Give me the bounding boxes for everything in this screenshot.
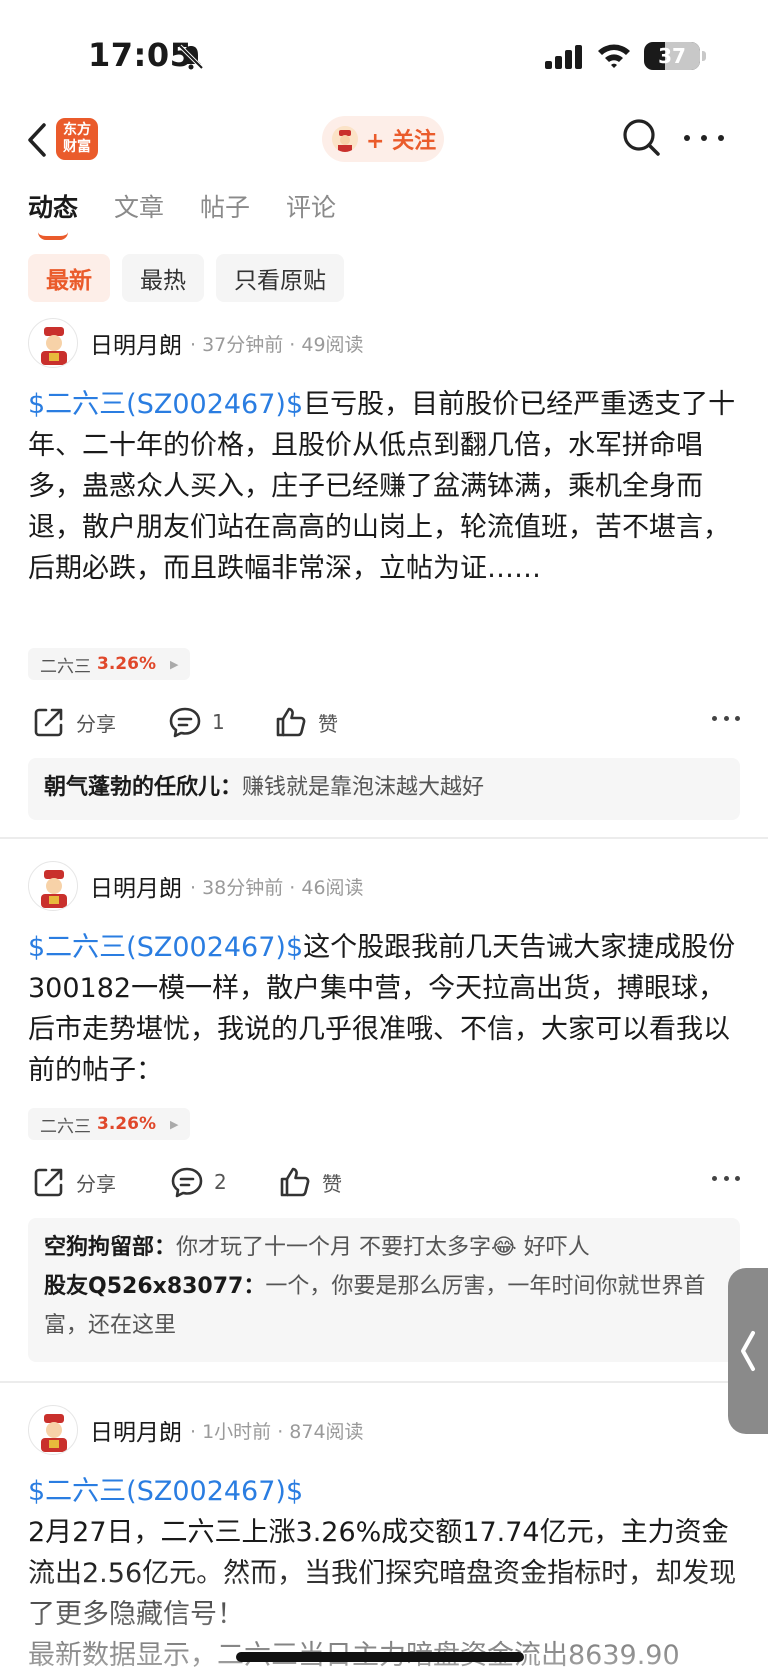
post-text: 2月27日，二六三上涨3.26%成交额17.74亿元，主力资金流出2.56亿元。…: [28, 1517, 737, 1630]
author-name[interactable]: 日明月朗: [90, 1413, 182, 1447]
share-button[interactable]: 分享: [32, 1162, 116, 1202]
wifi-icon: [598, 44, 630, 68]
comment-count: 2: [214, 1170, 227, 1194]
content-tabs: 动态 文章 帖子 评论: [28, 188, 372, 240]
share-icon: [34, 708, 63, 737]
post-meta: · 38分钟前 · 46阅读: [190, 876, 364, 899]
post-body[interactable]: $二六三(SZ002467)$巨亏股，目前股价已经严重透支了十年、二十年的价格，…: [28, 384, 744, 589]
avatar[interactable]: [28, 861, 78, 911]
share-icon: [34, 1168, 63, 1197]
comment-item: 朝气蓬勃的任欣儿：赚钱就是靠泡沫越大越好: [44, 775, 485, 800]
comment-item: 股友Q526x83077：一个，你要是那么厉害，一年时间你就世界首富，还在这里: [44, 1274, 706, 1338]
comment-text: 赚钱就是靠泡沫越大越好: [242, 775, 485, 800]
post-meta: · 37分钟前 · 49阅读: [190, 333, 364, 356]
stock-tag-change: 3.26%: [97, 1114, 156, 1134]
search-icon[interactable]: [620, 116, 664, 160]
post-more-icon[interactable]: [712, 716, 740, 724]
commenter-name[interactable]: 股友Q526x83077: [44, 1274, 243, 1299]
thumbs-up-icon: [276, 707, 306, 737]
post-author-row: 日明月朗 · 37分钟前 · 49阅读: [28, 318, 364, 368]
comment-item: 空狗拘留部：你才玩了十一个月 不要打太多字😂 好吓人: [44, 1235, 590, 1260]
tab-dynamics[interactable]: 动态: [28, 188, 78, 240]
commenter-name[interactable]: 空狗拘留部: [44, 1235, 154, 1260]
header: 东方 财富 + 关注: [0, 110, 768, 172]
follow-button[interactable]: + 关注: [322, 116, 444, 162]
chevron-left-icon: [741, 1331, 755, 1371]
post-more-icon[interactable]: [712, 1176, 740, 1184]
battery-icon: 37: [644, 42, 700, 70]
logo-text-line2: 财富: [63, 139, 91, 155]
back-button[interactable]: [20, 118, 54, 162]
thumbs-up-icon: [280, 1167, 310, 1197]
tab-comments[interactable]: 评论: [286, 188, 336, 232]
stock-tag[interactable]: 二六三 3.26% ▶: [28, 1108, 191, 1140]
comment-icon: [169, 707, 201, 738]
post-divider: [0, 1381, 768, 1383]
side-drawer-handle[interactable]: [728, 1268, 768, 1434]
post-body[interactable]: $二六三(SZ002467)$这个股跟我前几天告诫大家捷成股份300182一模一…: [28, 927, 744, 1091]
post-author-row: 日明月朗 · 38分钟前 · 46阅读: [28, 861, 364, 911]
app-logo[interactable]: 东方 财富: [56, 118, 98, 160]
filter-hottest[interactable]: 最热: [122, 254, 204, 302]
chevron-left-icon: [28, 123, 46, 157]
post-meta: · 1小时前 · 874阅读: [190, 1420, 364, 1443]
more-options-icon[interactable]: [684, 124, 724, 152]
filter-original-only[interactable]: 只看原贴: [216, 254, 344, 302]
god-of-wealth-avatar-icon: [332, 126, 358, 152]
stock-link[interactable]: $二六三(SZ002467)$: [28, 1471, 744, 1512]
author-name[interactable]: 日明月朗: [90, 869, 182, 903]
home-indicator[interactable]: [236, 1652, 524, 1662]
battery-cap: [702, 51, 706, 61]
active-tab-indicator: [38, 232, 68, 240]
post-divider: [0, 837, 768, 839]
caret-right-icon: ▶: [169, 1117, 179, 1131]
filter-latest[interactable]: 最新: [28, 254, 110, 302]
stock-tag-name: 二六三: [40, 656, 91, 677]
avatar[interactable]: [28, 318, 78, 368]
stock-link[interactable]: $二六三(SZ002467)$: [28, 932, 303, 963]
post-author-row: 日明月朗 · 1小时前 · 874阅读: [28, 1405, 364, 1455]
post-actions: 分享 1 赞: [28, 702, 740, 742]
battery-level: 37: [658, 44, 686, 68]
stock-tag-name: 二六三: [40, 1116, 91, 1137]
cellular-signal-icon: [545, 45, 582, 69]
comment-count: 1: [212, 710, 225, 734]
caret-right-icon: ▶: [169, 657, 179, 671]
stock-tag[interactable]: 二六三 3.26% ▶: [28, 648, 191, 680]
comment-preview[interactable]: 空狗拘留部：你才玩了十一个月 不要打太多字😂 好吓人 股友Q526x83077：…: [28, 1218, 740, 1362]
comment-icon: [171, 1167, 203, 1198]
comment-text: 你才玩了十一个月 不要打太多字😂 好吓人: [176, 1235, 590, 1260]
commenter-name[interactable]: 朝气蓬勃的任欣儿: [44, 775, 220, 800]
comment-preview[interactable]: 朝气蓬勃的任欣儿：赚钱就是靠泡沫越大越好: [28, 758, 740, 820]
status-bar: 17:05 37: [0, 0, 768, 110]
tab-posts[interactable]: 帖子: [200, 188, 250, 232]
comment-button[interactable]: 2: [170, 1162, 227, 1202]
stock-tag-change: 3.26%: [97, 654, 156, 674]
tab-articles[interactable]: 文章: [114, 188, 164, 232]
post-body[interactable]: $二六三(SZ002467)$ 2月27日，二六三上涨3.26%成交额17.74…: [28, 1471, 744, 1669]
sort-filters: 最新 最热 只看原贴: [28, 254, 344, 302]
author-name[interactable]: 日明月朗: [90, 326, 182, 360]
comment-button[interactable]: 1: [168, 702, 225, 742]
logo-text-line1: 东方: [63, 122, 91, 138]
like-button[interactable]: 赞: [274, 702, 338, 742]
follow-label: + 关注: [366, 129, 437, 154]
like-button[interactable]: 赞: [278, 1162, 342, 1202]
share-button[interactable]: 分享: [32, 702, 116, 742]
stock-link[interactable]: $二六三(SZ002467)$: [28, 389, 303, 420]
post-actions: 分享 2 赞: [28, 1162, 740, 1202]
silent-bell-icon: [178, 44, 204, 70]
avatar[interactable]: [28, 1405, 78, 1455]
